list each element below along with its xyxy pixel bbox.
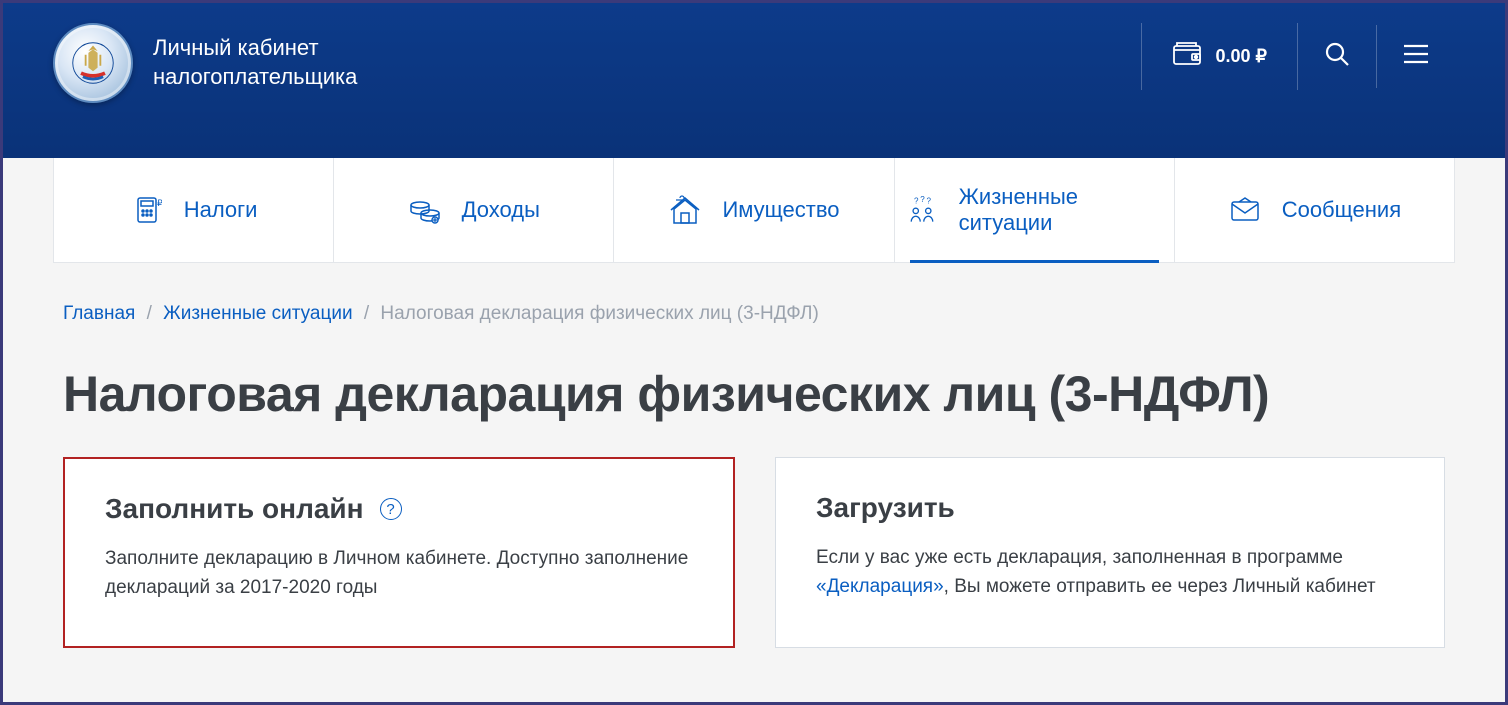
action-cards: Заполнить онлайн ? Заполните декларацию … bbox=[63, 457, 1445, 648]
upload-text-after: , Вы можете отправить ее через Личный ка… bbox=[944, 576, 1376, 597]
tab-label: Жизненные ситуации bbox=[959, 184, 1164, 236]
header-title-line1: Личный кабинет bbox=[153, 35, 319, 60]
card-title: Загрузить bbox=[816, 492, 1404, 524]
people-question-icon: ? ? ? bbox=[905, 195, 939, 225]
card-title-text: Загрузить bbox=[816, 492, 955, 524]
content: Главная / Жизненные ситуации / Налоговая… bbox=[3, 263, 1505, 648]
breadcrumb-home[interactable]: Главная bbox=[63, 303, 135, 324]
tab-messages[interactable]: Сообщения bbox=[1175, 158, 1454, 262]
hamburger-icon bbox=[1403, 43, 1429, 70]
main-tabs: ₽ Налоги Доходы Имущество bbox=[53, 158, 1455, 263]
tab-label: Имущество bbox=[722, 197, 839, 223]
balance-value: 0.00 ₽ bbox=[1216, 46, 1268, 67]
breadcrumb-sep: / bbox=[364, 303, 369, 324]
fns-logo bbox=[53, 23, 133, 103]
tab-label: Сообщения bbox=[1282, 197, 1401, 223]
envelope-icon bbox=[1228, 195, 1262, 225]
breadcrumb-current: Налоговая декларация физических лиц (3-Н… bbox=[380, 303, 818, 324]
wallet-balance[interactable]: 0.00 ₽ bbox=[1141, 23, 1298, 90]
search-button[interactable] bbox=[1297, 23, 1376, 90]
header-title: Личный кабинет налогоплательщика bbox=[153, 34, 357, 91]
breadcrumb-sep: / bbox=[147, 303, 152, 324]
declaration-program-link[interactable]: «Декларация» bbox=[816, 576, 944, 597]
wallet-icon bbox=[1172, 41, 1202, 72]
menu-button[interactable] bbox=[1376, 25, 1455, 88]
tab-income[interactable]: Доходы bbox=[334, 158, 614, 262]
header: Личный кабинет налогоплательщика 0.00 ₽ bbox=[3, 3, 1505, 158]
card-text: Если у вас уже есть декларация, заполнен… bbox=[816, 544, 1404, 601]
tab-label: Налоги bbox=[184, 197, 258, 223]
tab-life-situations[interactable]: ? ? ? Жизненные ситуации bbox=[895, 158, 1175, 262]
page-title: Налоговая декларация физических лиц (3-Н… bbox=[63, 365, 1445, 423]
search-icon bbox=[1324, 41, 1350, 72]
header-title-line2: налогоплательщика bbox=[153, 64, 357, 89]
svg-text:₽: ₽ bbox=[157, 198, 162, 208]
coins-icon bbox=[408, 195, 442, 225]
help-icon[interactable]: ? bbox=[380, 498, 402, 520]
tab-label: Доходы bbox=[462, 197, 540, 223]
breadcrumb: Главная / Жизненные ситуации / Налоговая… bbox=[63, 303, 1445, 325]
header-right: 0.00 ₽ bbox=[1141, 23, 1456, 90]
tab-taxes[interactable]: ₽ Налоги bbox=[54, 158, 334, 262]
card-fill-online[interactable]: Заполнить онлайн ? Заполните декларацию … bbox=[63, 457, 735, 648]
card-title-text: Заполнить онлайн bbox=[105, 493, 364, 525]
header-left: Личный кабинет налогоплательщика bbox=[53, 23, 357, 103]
svg-text:?: ? bbox=[920, 195, 925, 204]
tab-property[interactable]: Имущество bbox=[614, 158, 894, 262]
svg-text:?: ? bbox=[926, 197, 931, 206]
card-title: Заполнить онлайн ? bbox=[105, 493, 693, 525]
house-icon bbox=[668, 195, 702, 225]
svg-text:?: ? bbox=[914, 197, 919, 206]
card-text: Заполните декларацию в Личном кабинете. … bbox=[105, 545, 693, 602]
upload-text-before: Если у вас уже есть декларация, заполнен… bbox=[816, 547, 1343, 568]
card-upload[interactable]: Загрузить Если у вас уже есть декларация… bbox=[775, 457, 1445, 648]
calculator-icon: ₽ bbox=[130, 195, 164, 225]
breadcrumb-section[interactable]: Жизненные ситуации bbox=[163, 303, 352, 324]
